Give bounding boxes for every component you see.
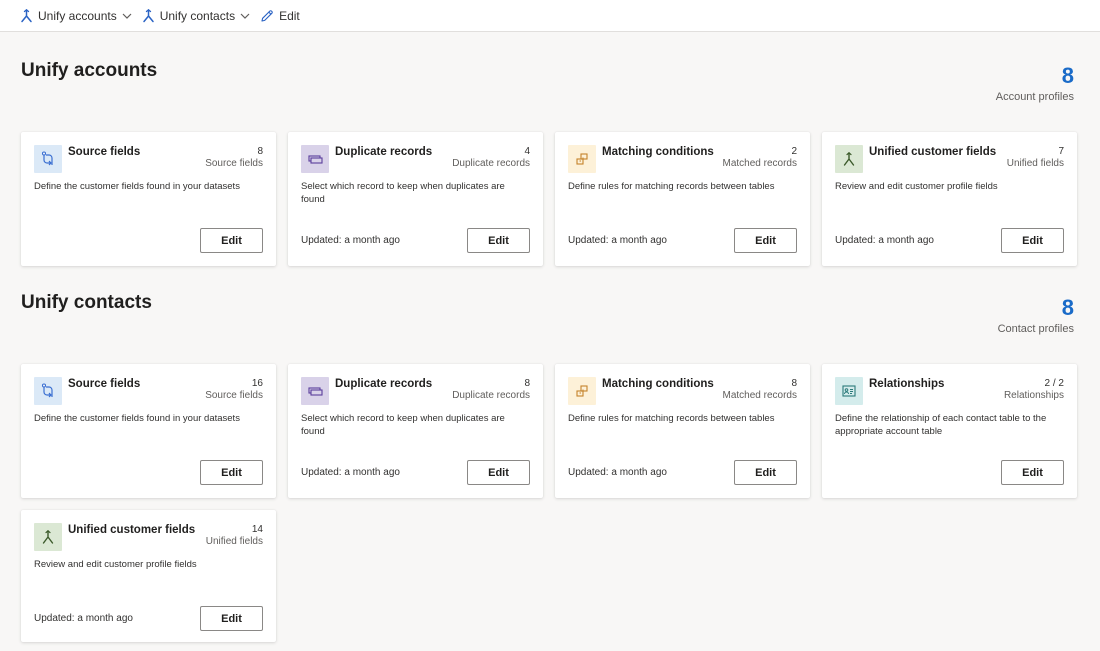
contacts-unified-fields-card: Unified customer fields 14 Unified field…: [21, 510, 276, 642]
relationships-icon: [835, 377, 863, 405]
card-title: Duplicate records: [335, 378, 433, 390]
command-bar: Unify accounts Unify contacts Edit: [0, 0, 1100, 32]
chevron-down-icon: [240, 13, 250, 19]
card-description: Define the relationship of each contact …: [835, 413, 1047, 437]
card-updated: Updated: a month ago: [568, 235, 667, 246]
card-title: Relationships: [869, 378, 945, 390]
matching-conditions-icon: [568, 145, 596, 173]
source-fields-icon: [34, 377, 62, 405]
card-title: Unified customer fields: [68, 524, 196, 536]
card-title: Source fields: [68, 378, 141, 390]
accounts-matching-conditions-card: Matching conditions 2 Matched records De…: [555, 132, 810, 266]
card-description: Select which record to keep when duplica…: [301, 181, 505, 205]
card-count: 16: [251, 378, 263, 389]
card-count: 2: [791, 146, 797, 157]
accounts-unified-fields-card: Unified customer fields 7 Unified fields…: [822, 132, 1077, 266]
edit-button[interactable]: Edit: [200, 228, 263, 253]
unified-fields-icon: [34, 523, 62, 551]
card-updated: Updated: a month ago: [568, 467, 667, 478]
card-description: Review and edit customer profile fields: [34, 559, 197, 570]
card-description: Define rules for matching records betwee…: [568, 181, 775, 192]
edit-button[interactable]: Edit: [734, 460, 797, 485]
card-unit: Unified fields: [1006, 158, 1064, 169]
card-count: 8: [791, 378, 797, 389]
contact-profiles-metric: 8 Contact profiles: [998, 295, 1074, 335]
card-title: Duplicate records: [335, 146, 433, 158]
card-updated: Updated: a month ago: [34, 613, 133, 624]
unify-contacts-heading: Unify contacts: [21, 292, 152, 313]
unify-accounts-heading: Unify accounts: [21, 60, 158, 81]
duplicate-records-icon: [301, 377, 329, 405]
edit-button[interactable]: Edit: [200, 606, 263, 631]
contacts-source-fields-card: Source fields 16 Source fields Define th…: [21, 364, 276, 498]
card-unit: Matched records: [722, 158, 797, 169]
card-unit: Source fields: [205, 158, 263, 169]
pencil-icon: [261, 9, 273, 22]
duplicate-records-icon: [301, 145, 329, 173]
card-count: 2 / 2: [1044, 378, 1064, 389]
contact-profiles-count: 8: [1061, 295, 1074, 320]
edit-button[interactable]: Edit: [1001, 460, 1064, 485]
card-title: Matching conditions: [602, 146, 714, 158]
unify-contacts-label: Unify contacts: [159, 8, 236, 23]
account-profiles-count: 8: [1061, 63, 1074, 88]
card-unit: Matched records: [722, 390, 797, 401]
contacts-relationships-card: Relationships 2 / 2 Relationships Define…: [822, 364, 1077, 498]
contacts-duplicate-records-card: Duplicate records 8 Duplicate records Se…: [288, 364, 543, 498]
edit-button[interactable]: Edit: [1001, 228, 1064, 253]
card-description: Define rules for matching records betwee…: [568, 413, 775, 424]
account-profiles-metric: 8 Account profiles: [996, 63, 1074, 103]
card-count: 4: [524, 146, 530, 157]
card-updated: Updated: a month ago: [301, 235, 400, 246]
edit-button[interactable]: Edit: [467, 228, 530, 253]
merge-icon: [142, 8, 154, 22]
contacts-matching-conditions-card: Matching conditions 8 Matched records De…: [555, 364, 810, 498]
card-unit: Duplicate records: [452, 390, 530, 401]
matching-conditions-icon: [568, 377, 596, 405]
edit-command[interactable]: Edit: [260, 0, 300, 32]
accounts-duplicate-records-card: Duplicate records 4 Duplicate records Se…: [288, 132, 543, 266]
card-title: Source fields: [68, 146, 141, 158]
card-description: Define the customer fields found in your…: [34, 413, 240, 424]
unified-fields-icon: [835, 145, 863, 173]
card-description: Select which record to keep when duplica…: [301, 413, 505, 437]
contact-profiles-label: Contact profiles: [997, 323, 1074, 335]
card-title: Unified customer fields: [869, 146, 997, 158]
edit-button[interactable]: Edit: [200, 460, 263, 485]
accounts-source-fields-card: Source fields 8 Source fields Define the…: [21, 132, 276, 266]
edit-label: Edit: [279, 8, 300, 23]
card-updated: Updated: a month ago: [301, 467, 400, 478]
unify-accounts-menu[interactable]: Unify accounts: [20, 0, 132, 32]
card-count: 8: [257, 146, 263, 157]
card-unit: Unified fields: [205, 536, 263, 547]
card-description: Define the customer fields found in your…: [34, 181, 240, 192]
card-title: Matching conditions: [602, 378, 714, 390]
card-description: Review and edit customer profile fields: [835, 181, 998, 192]
edit-button[interactable]: Edit: [467, 460, 530, 485]
card-updated: Updated: a month ago: [835, 235, 934, 246]
merge-icon: [21, 8, 32, 22]
card-count: 14: [251, 524, 263, 535]
card-count: 8: [524, 378, 530, 389]
account-profiles-label: Account profiles: [995, 91, 1074, 103]
source-fields-icon: [34, 145, 62, 173]
card-unit: Relationships: [1003, 390, 1064, 401]
unify-contacts-menu[interactable]: Unify contacts: [142, 0, 250, 32]
card-unit: Source fields: [205, 390, 263, 401]
card-unit: Duplicate records: [452, 158, 530, 169]
chevron-down-icon: [122, 13, 132, 19]
card-count: 7: [1058, 146, 1064, 157]
edit-button[interactable]: Edit: [734, 228, 797, 253]
unify-accounts-label: Unify accounts: [38, 8, 117, 23]
